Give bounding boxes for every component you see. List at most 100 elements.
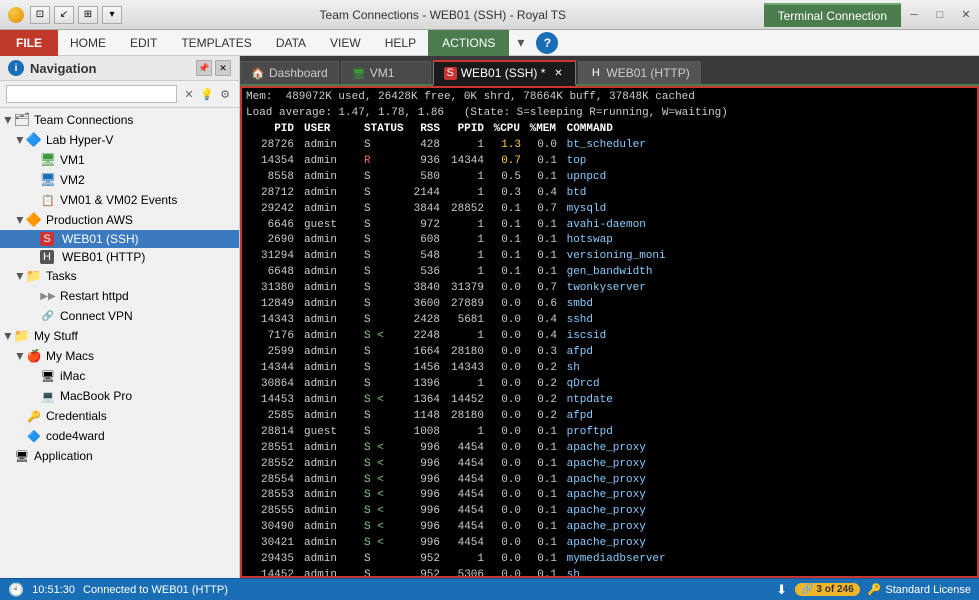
web01-http-tab-icon: H <box>589 67 602 80</box>
nav-tree: ▶ 🗂 Team Connections ▶ 🔷 Lab Hyper-V 🖥 V… <box>0 108 239 578</box>
tree-item-application[interactable]: 🖥 Application <box>0 446 239 466</box>
menu-templates[interactable]: TEMPLATES <box>169 30 263 56</box>
tree-arrow-team: ▶ <box>3 114 14 126</box>
process-row: 14343 admin S 2428 5681 0.0 0.4 sshd <box>246 313 973 329</box>
tab-dashboard[interactable]: 🏠 Dashboard <box>240 61 339 84</box>
connections-icon: 🔗 <box>801 584 813 595</box>
app-icon <box>8 7 24 23</box>
close-button[interactable]: ✕ <box>953 0 979 30</box>
minimize-button[interactable]: ─ <box>901 0 927 30</box>
status-bar: 🕙 10:51:30 Connected to WEB01 (HTTP) ⬇ 🔗… <box>0 578 979 600</box>
status-clock-icon: 🕙 <box>8 582 24 598</box>
process-row: 28726 admin S 428 1 1.3 0.0 bt_scheduler <box>246 138 973 154</box>
nav-search-bar: ✕ 💡 ⚙ <box>0 81 239 108</box>
process-row: 2585 admin S 1148 28180 0.0 0.2 afpd <box>246 409 973 425</box>
web01-ssh-tab-icon: S <box>444 67 457 80</box>
tree-item-lab-hyperv[interactable]: ▶ 🔷 Lab Hyper-V <box>0 130 239 150</box>
menu-view[interactable]: VIEW <box>318 30 373 56</box>
tree-item-credentials[interactable]: 🔑 Credentials <box>0 406 239 426</box>
terminal-content: Mem: 489072K used, 26428K free, 0K shrd,… <box>240 86 979 578</box>
tree-item-my-macs[interactable]: ▶ 🍎 My Macs <box>0 346 239 366</box>
tb-btn-3[interactable]: ⊞ <box>78 6 98 24</box>
process-row: 28712 admin S 2144 1 0.3 0.4 btd <box>246 186 973 202</box>
dashboard-tab-icon: 🏠 <box>251 66 265 80</box>
tree-item-code4ward[interactable]: 🔷 code4ward <box>0 426 239 446</box>
my-macs-icon: 🍎 <box>26 348 42 364</box>
tb-btn-1[interactable]: ⊡ <box>30 6 50 24</box>
vm2-icon: 🖥 <box>40 172 56 188</box>
tree-item-vm-events[interactable]: 📋 VM01 & VM02 Events <box>0 190 239 210</box>
main-content: i Navigation 📌 ✕ ✕ 💡 ⚙ ▶ 🗂 Team Connecti… <box>0 56 979 578</box>
process-row: 30490 admin S < 996 4454 0.0 0.1 apache_… <box>246 520 973 536</box>
tree-item-web01-ssh[interactable]: S WEB01 (SSH) <box>0 230 239 248</box>
maximize-button[interactable]: □ <box>927 0 953 30</box>
title-bar-left: ⊡ ↙ ⊞ ▾ <box>0 6 122 24</box>
tb-btn-2[interactable]: ↙ <box>54 6 74 24</box>
menu-data[interactable]: DATA <box>264 30 318 56</box>
process-row: 30421 admin S < 996 4454 0.0 0.1 apache_… <box>246 536 973 552</box>
web01-http-label: WEB01 (HTTP) <box>62 250 145 264</box>
nav-search-icons: ✕ 💡 ⚙ <box>181 86 233 102</box>
menu-home[interactable]: HOME <box>58 30 118 56</box>
process-row: 12849 admin S 3600 27889 0.0 0.6 smbd <box>246 297 973 313</box>
menu-edit[interactable]: EDIT <box>118 30 169 56</box>
application-label: Application <box>34 449 93 463</box>
credentials-label: Credentials <box>46 409 107 423</box>
tree-item-vm2[interactable]: 🖥 VM2 <box>0 170 239 190</box>
nav-close-btn[interactable]: ✕ <box>215 60 231 76</box>
my-stuff-icon: 📁 <box>14 328 30 344</box>
process-row: 7176 admin S < 2248 1 0.0 0.4 iscsid <box>246 329 973 345</box>
vm1-label: VM1 <box>60 153 85 167</box>
nav-title: Navigation <box>30 61 96 76</box>
dashboard-tab-label: Dashboard <box>269 66 328 80</box>
tree-item-connect-vpn[interactable]: 🔗 Connect VPN <box>0 306 239 326</box>
process-row: 14354 admin R 936 14344 0.7 0.1 top <box>246 154 973 170</box>
search-filter-icon[interactable]: ⚙ <box>217 86 233 102</box>
vm-events-label: VM01 & VM02 Events <box>60 193 177 207</box>
tree-item-web01-http[interactable]: H WEB01 (HTTP) <box>0 248 239 266</box>
tab-web01-ssh[interactable]: S WEB01 (SSH) * ✕ <box>433 60 577 86</box>
tree-item-team-connections[interactable]: ▶ 🗂 Team Connections <box>0 110 239 130</box>
tab-web01-http[interactable]: H WEB01 (HTTP) <box>578 61 700 84</box>
tree-item-restart-httpd[interactable]: ▶▶ Restart httpd <box>0 286 239 306</box>
tree-item-vm1[interactable]: 🖥 VM1 <box>0 150 239 170</box>
tasks-label: Tasks <box>46 269 77 283</box>
restart-httpd-icon: ▶▶ <box>40 288 56 304</box>
tree-item-my-stuff[interactable]: ▶ 📁 My Stuff <box>0 326 239 346</box>
tree-arrow-tasks: ▶ <box>15 270 26 282</box>
web01-ssh-tab-label: WEB01 (SSH) * <box>461 66 546 80</box>
team-connections-label: Team Connections <box>34 113 133 127</box>
search-bulb-icon[interactable]: 💡 <box>199 86 215 102</box>
menu-chevron[interactable]: ▾ <box>509 34 532 51</box>
tree-item-aws[interactable]: ▶ 🔶 Production AWS <box>0 210 239 230</box>
tb-btn-4[interactable]: ▾ <box>102 6 122 24</box>
vm1-tab-label: VM1 <box>370 66 395 80</box>
status-connection-text: Connected to WEB01 (HTTP) <box>83 584 228 596</box>
lab-hyperv-icon: 🔷 <box>26 132 42 148</box>
tree-item-imac[interactable]: 🖥 iMac <box>0 366 239 386</box>
web01-http-icon: H <box>40 250 54 264</box>
tree-item-tasks[interactable]: ▶ 📁 Tasks <box>0 266 239 286</box>
title-bar-buttons: ⊡ ↙ ⊞ ▾ <box>30 6 122 24</box>
process-rows: 28726 admin S 428 1 1.3 0.0 bt_scheduler… <box>246 138 973 576</box>
imac-icon: 🖥 <box>40 368 56 384</box>
web01-ssh-tab-close[interactable]: ✕ <box>551 66 565 80</box>
badge-count: 3 of 246 <box>816 584 853 595</box>
my-stuff-label: My Stuff <box>34 329 78 343</box>
clear-search-icon[interactable]: ✕ <box>181 86 197 102</box>
menu-file[interactable]: FILE <box>0 30 58 56</box>
tree-item-macbook[interactable]: 💻 MacBook Pro <box>0 386 239 406</box>
imac-label: iMac <box>60 369 85 383</box>
macbook-label: MacBook Pro <box>60 389 132 403</box>
aws-label: Production AWS <box>46 213 133 227</box>
nav-pin-btn[interactable]: 📌 <box>196 60 212 76</box>
search-input[interactable] <box>6 85 177 103</box>
process-row: 31294 admin S 548 1 0.1 0.1 versioning_m… <box>246 249 973 265</box>
menu-help[interactable]: HELP <box>373 30 428 56</box>
application-icon: 🖥 <box>14 448 30 464</box>
menu-actions[interactable]: ACTIONS <box>428 30 509 56</box>
process-row: 29242 admin S 3844 28852 0.1 0.7 mysqld <box>246 202 973 218</box>
tab-vm1[interactable]: 🖥 VM1 <box>341 61 431 84</box>
terminal-body[interactable]: Mem: 489072K used, 26428K free, 0K shrd,… <box>242 88 977 576</box>
help-button[interactable]: ? <box>536 32 558 54</box>
